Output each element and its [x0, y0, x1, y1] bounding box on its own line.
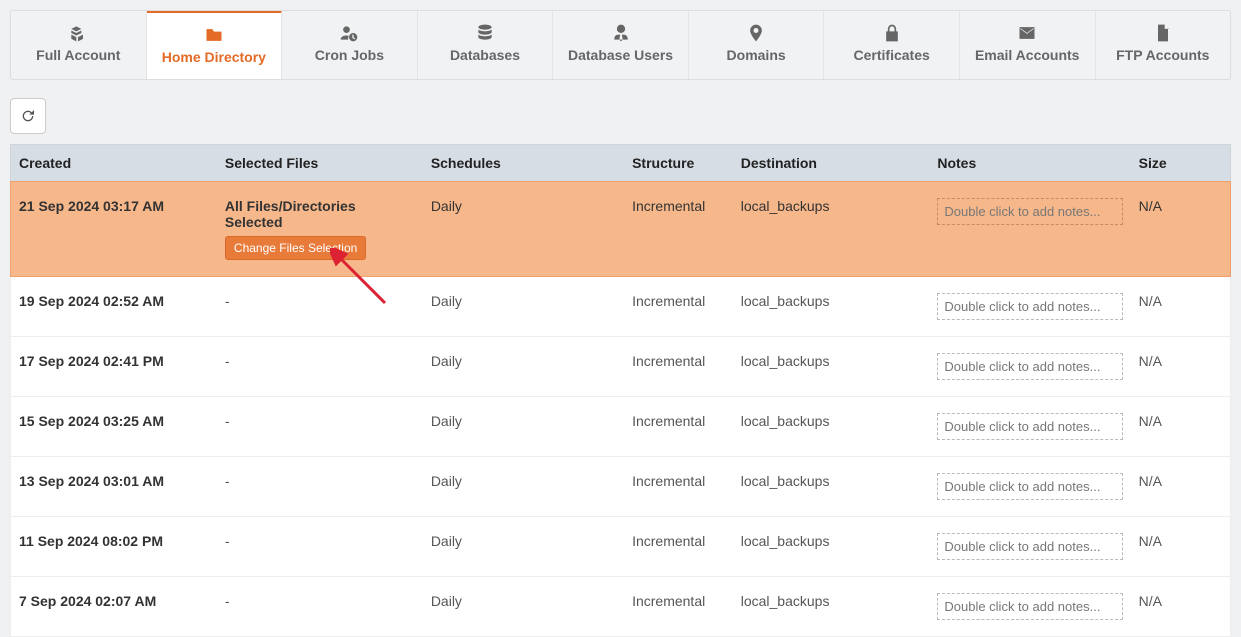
lock-icon: [881, 23, 903, 43]
destination-text: local_backups: [741, 353, 830, 369]
tab-label: Email Accounts: [975, 47, 1080, 63]
tab-databases[interactable]: Databases: [418, 11, 554, 79]
tab-label: FTP Accounts: [1116, 47, 1209, 63]
table-header-row: Created Selected Files Schedules Structu…: [10, 144, 1231, 181]
destination-text: local_backups: [741, 473, 830, 489]
schedule-text: Daily: [431, 533, 462, 549]
destination-text: local_backups: [741, 293, 830, 309]
selected-files-text: -: [225, 473, 230, 489]
schedule-text: Daily: [431, 473, 462, 489]
user-clock-icon: [338, 23, 360, 43]
tab-label: Cron Jobs: [315, 47, 384, 63]
folder-icon: [203, 25, 225, 45]
size-text: N/A: [1139, 533, 1162, 549]
tab-database-users[interactable]: Database Users: [553, 11, 689, 79]
selected-files-text: -: [225, 353, 230, 369]
destination-text: local_backups: [741, 413, 830, 429]
notes-field[interactable]: Double click to add notes...: [937, 413, 1122, 440]
col-header-created[interactable]: Created: [11, 145, 217, 181]
tab-label: Full Account: [36, 47, 120, 63]
database-icon: [474, 23, 496, 43]
notes-field[interactable]: Double click to add notes...: [937, 473, 1122, 500]
created-date: 15 Sep 2024 03:25 AM: [19, 413, 164, 429]
tab-label: Databases: [450, 47, 520, 63]
selected-files-text: All Files/Directories Selected: [225, 198, 356, 230]
file-icon: [1152, 23, 1174, 43]
col-header-dest[interactable]: Destination: [733, 145, 930, 181]
table-row[interactable]: 13 Sep 2024 03:01 AM - Daily Incremental loc…: [10, 457, 1231, 517]
table-row[interactable]: 21 Sep 2024 03:17 AM All Files/Directorie…: [10, 181, 1231, 277]
tab-label: Home Directory: [162, 49, 266, 65]
created-date: 7 Sep 2024 02:07 AM: [19, 593, 156, 609]
selected-files-text: -: [225, 293, 230, 309]
table-row[interactable]: 11 Sep 2024 08:02 PM - Daily Incremental loc…: [10, 517, 1231, 577]
notes-field[interactable]: Double click to add notes...: [937, 593, 1122, 620]
tab-email-accounts[interactable]: Email Accounts: [960, 11, 1096, 79]
table-row[interactable]: 17 Sep 2024 02:41 PM - Daily Incremental loc…: [10, 337, 1231, 397]
tab-ftp-accounts[interactable]: FTP Accounts: [1096, 11, 1231, 79]
table-row[interactable]: 15 Sep 2024 03:25 AM - Daily Incremental loc…: [10, 397, 1231, 457]
tab-label: Domains: [727, 47, 786, 63]
tab-domains[interactable]: Domains: [689, 11, 825, 79]
size-text: N/A: [1139, 198, 1162, 214]
notes-field[interactable]: Double click to add notes...: [937, 533, 1122, 560]
destination-text: local_backups: [741, 198, 830, 214]
size-text: N/A: [1139, 593, 1162, 609]
schedule-text: Daily: [431, 353, 462, 369]
tab-label: Database Users: [568, 47, 673, 63]
destination-text: local_backups: [741, 533, 830, 549]
tab-label: Certificates: [854, 47, 930, 63]
schedule-text: Daily: [431, 413, 462, 429]
col-header-files[interactable]: Selected Files: [217, 145, 423, 181]
structure-text: Incremental: [632, 293, 705, 309]
created-date: 19 Sep 2024 02:52 AM: [19, 293, 164, 309]
col-header-size[interactable]: Size: [1131, 145, 1230, 181]
table-row[interactable]: 19 Sep 2024 02:52 AM - Daily Incremental loc…: [10, 277, 1231, 337]
selected-files-text: -: [225, 533, 230, 549]
schedule-text: Daily: [431, 293, 462, 309]
structure-text: Incremental: [632, 198, 705, 214]
notes-field[interactable]: Double click to add notes...: [937, 293, 1122, 320]
refresh-icon: [20, 108, 36, 124]
backups-table: Created Selected Files Schedules Structu…: [10, 144, 1231, 637]
created-date: 21 Sep 2024 03:17 AM: [19, 198, 164, 214]
tab-home-directory[interactable]: Home Directory: [147, 10, 283, 79]
col-header-schedules[interactable]: Schedules: [423, 145, 624, 181]
created-date: 11 Sep 2024 08:02 PM: [19, 533, 163, 549]
selected-files-text: -: [225, 593, 230, 609]
backup-type-tabs: Full Account Home Directory Cron Jobs Datab…: [10, 10, 1231, 80]
structure-text: Incremental: [632, 533, 705, 549]
size-text: N/A: [1139, 293, 1162, 309]
created-date: 13 Sep 2024 03:01 AM: [19, 473, 164, 489]
tab-certificates[interactable]: Certificates: [824, 11, 960, 79]
size-text: N/A: [1139, 413, 1162, 429]
notes-field[interactable]: Double click to add notes...: [937, 198, 1122, 225]
tab-full-account[interactable]: Full Account: [11, 11, 147, 79]
schedule-text: Daily: [431, 593, 462, 609]
structure-text: Incremental: [632, 353, 705, 369]
col-header-structure[interactable]: Structure: [624, 145, 733, 181]
envelope-icon: [1016, 23, 1038, 43]
selected-files-text: -: [225, 413, 230, 429]
notes-field[interactable]: Double click to add notes...: [937, 353, 1122, 380]
structure-text: Incremental: [632, 413, 705, 429]
size-text: N/A: [1139, 353, 1162, 369]
size-text: N/A: [1139, 473, 1162, 489]
structure-text: Incremental: [632, 593, 705, 609]
col-header-notes[interactable]: Notes: [929, 145, 1130, 181]
table-body: 21 Sep 2024 03:17 AM All Files/Directorie…: [10, 181, 1231, 637]
map-pin-icon: [745, 23, 767, 43]
user-tie-icon: [610, 23, 632, 43]
cubes-icon: [67, 23, 89, 43]
table-row[interactable]: 7 Sep 2024 02:07 AM - Daily Incremental loca…: [10, 577, 1231, 637]
structure-text: Incremental: [632, 473, 705, 489]
change-files-selection-button[interactable]: Change Files Selection: [225, 236, 366, 260]
destination-text: local_backups: [741, 593, 830, 609]
tab-cron-jobs[interactable]: Cron Jobs: [282, 11, 418, 79]
schedule-text: Daily: [431, 198, 462, 214]
created-date: 17 Sep 2024 02:41 PM: [19, 353, 164, 369]
refresh-button[interactable]: [10, 98, 46, 134]
